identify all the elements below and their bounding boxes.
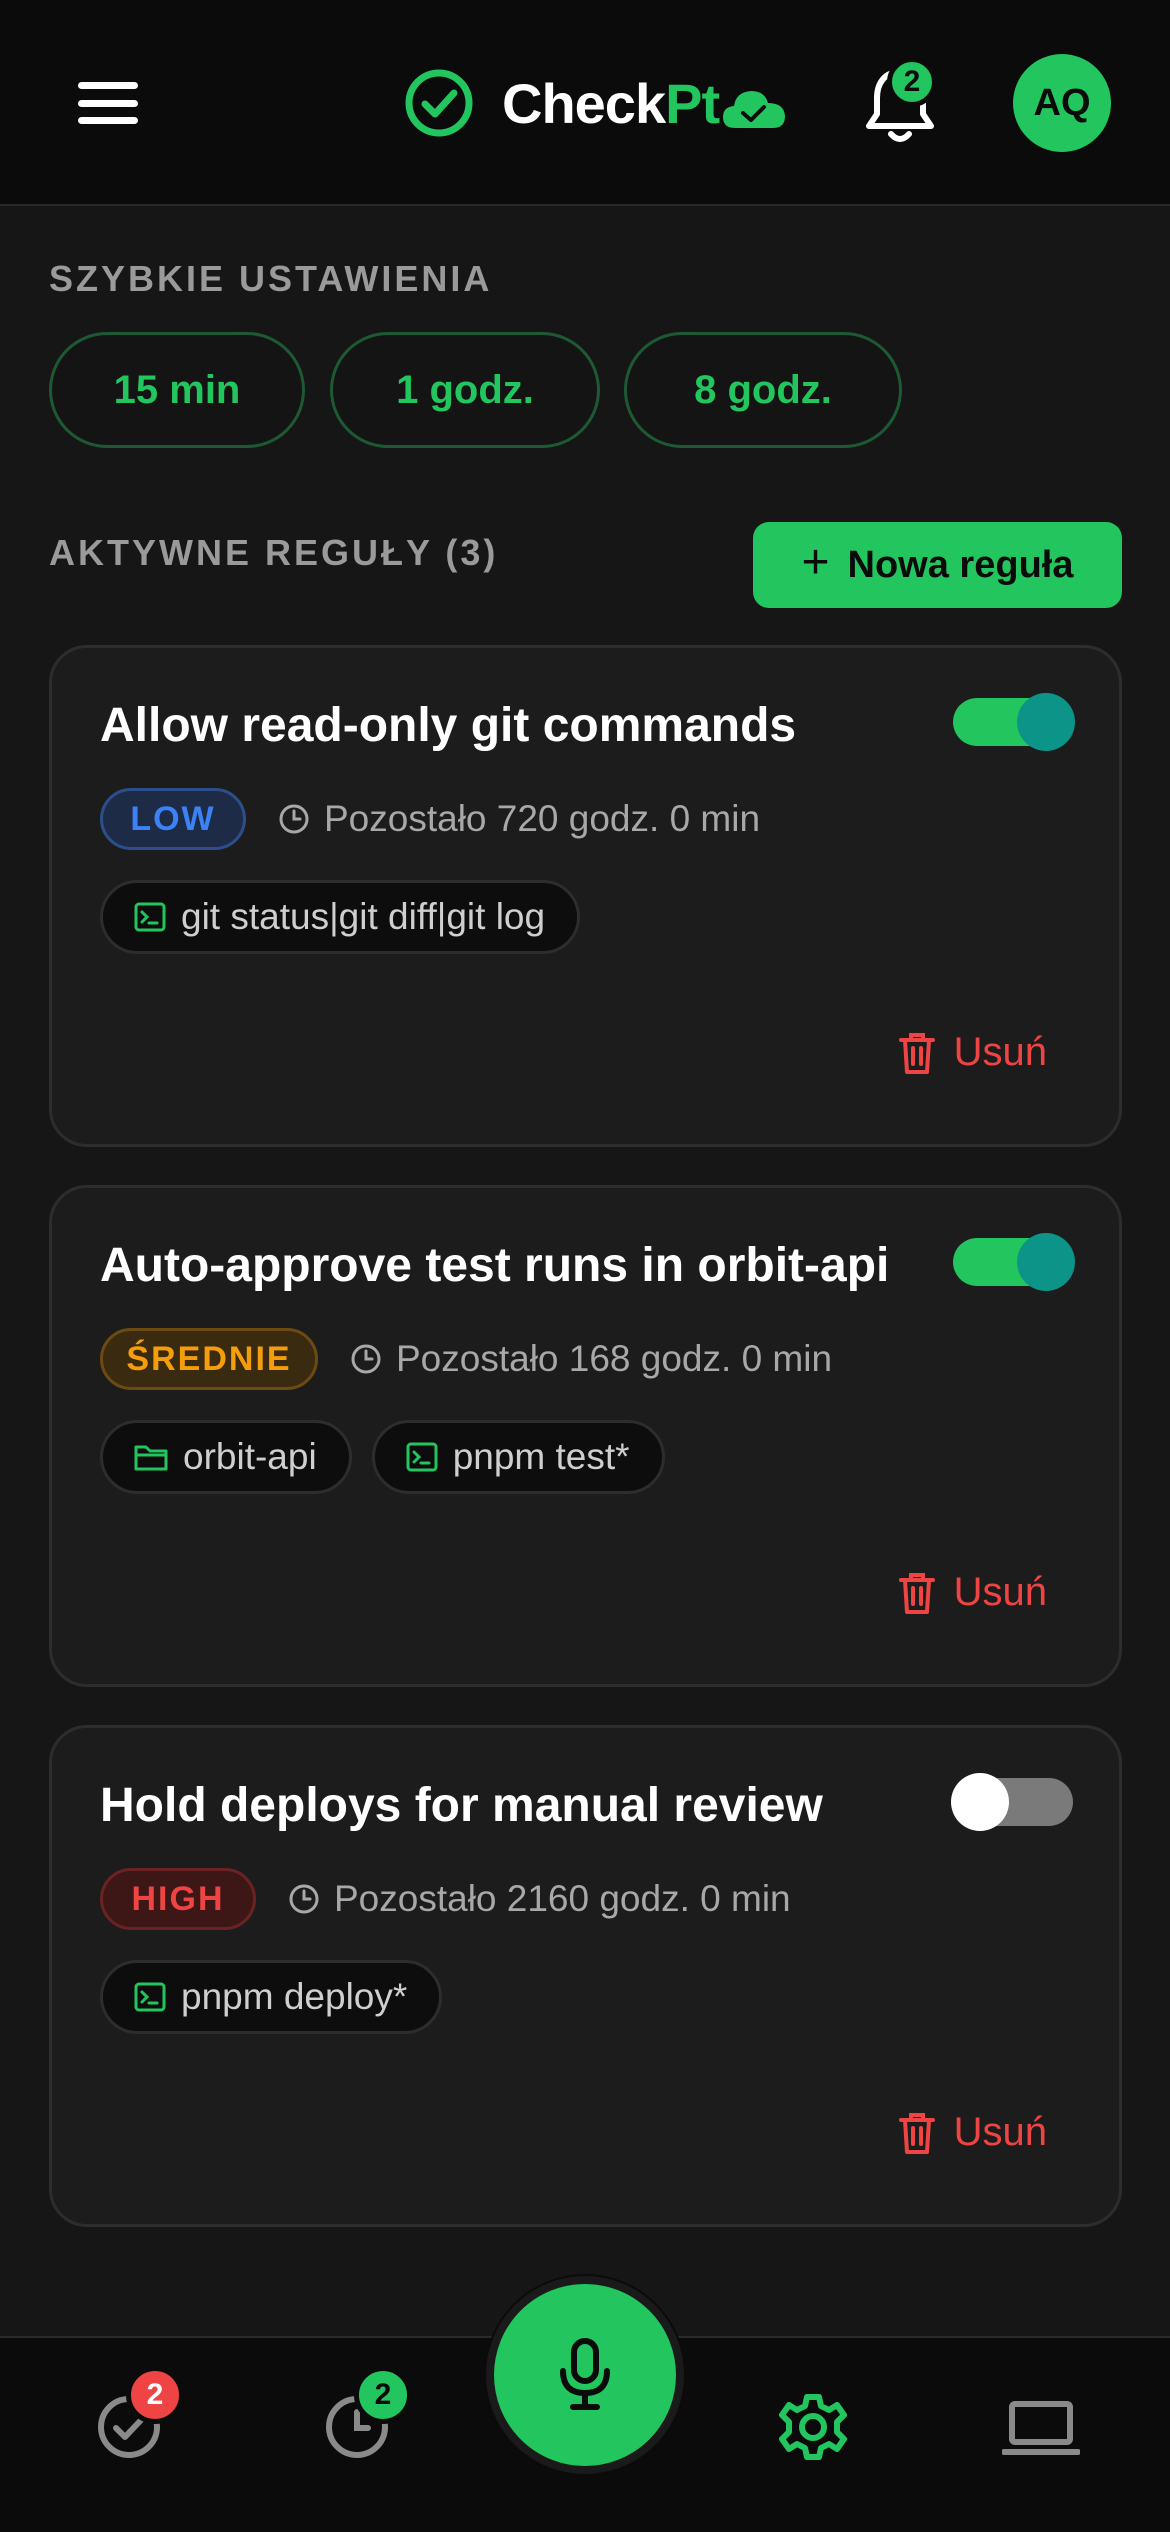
rule-enabled-toggle[interactable]: [953, 1233, 1075, 1291]
rule-conditions: git status|git diff|git log: [100, 880, 600, 954]
rule-title: Hold deploys for manual review: [100, 1779, 823, 1832]
rule-conditions: orbit-api pnpm test*: [100, 1420, 685, 1494]
risk-badge: ŚREDNIE: [100, 1328, 318, 1390]
command-chip: git status|git diff|git log: [100, 880, 581, 954]
new-rule-button[interactable]: + Nowa reguła: [753, 522, 1122, 608]
trash-icon: [898, 1032, 935, 1074]
quick-settings-label: SZYBKIE USTAWIENIA: [49, 258, 493, 299]
time-remaining: Pozostało 2160 godz. 0 min: [288, 1868, 791, 1930]
rule-card: Allow read-only git commands LOW Pozosta…: [49, 645, 1122, 1147]
laptop-icon[interactable]: [1002, 2392, 1080, 2462]
rule-enabled-toggle[interactable]: [951, 1773, 1073, 1831]
rule-card: Auto-approve test runs in orbit-api ŚRED…: [49, 1185, 1122, 1687]
preset-1-hour-button[interactable]: 1 godz.: [330, 332, 600, 448]
voice-input-button[interactable]: [486, 2276, 684, 2474]
check-circle-icon: [405, 69, 473, 137]
rule-title: Allow read-only git commands: [100, 699, 797, 752]
time-remaining: Pozostało 720 godz. 0 min: [278, 788, 760, 850]
delete-rule-button[interactable]: Usuń: [898, 1570, 1047, 1615]
terminal-icon: [134, 1982, 166, 2012]
new-rule-label: Nowa reguła: [847, 543, 1074, 586]
rule-enabled-toggle[interactable]: [953, 693, 1075, 751]
folder-icon: [134, 1445, 168, 1471]
plus-icon: +: [801, 535, 830, 589]
risk-badge: HIGH: [100, 1868, 256, 1930]
settings-gear-icon[interactable]: [778, 2392, 848, 2462]
trash-icon: [898, 2112, 935, 2154]
active-rules-label: AKTYWNE REGUŁY (3): [49, 532, 499, 573]
preset-15-min-button[interactable]: 15 min: [49, 332, 305, 448]
clock-icon: [279, 804, 309, 834]
user-avatar[interactable]: AQ: [1013, 54, 1111, 152]
preset-8-hours-button[interactable]: 8 godz.: [624, 332, 902, 448]
time-remaining: Pozostało 168 godz. 0 min: [350, 1328, 832, 1390]
delete-rule-button[interactable]: Usuń: [898, 2110, 1047, 2155]
app-header: CheckPt 2 AQ: [0, 0, 1170, 206]
command-chip: pnpm deploy*: [100, 1960, 443, 2034]
risk-badge: LOW: [100, 788, 246, 850]
command-chip: pnpm test*: [371, 1420, 665, 1494]
clock-icon: [351, 1344, 381, 1374]
rule-title: Auto-approve test runs in orbit-api: [100, 1239, 890, 1292]
microphone-icon: [560, 2338, 610, 2410]
logo-text: CheckPt: [502, 71, 720, 135]
cloud-check-icon: [723, 91, 786, 128]
terminal-icon: [134, 902, 166, 932]
app-logo: CheckPt: [404, 66, 787, 140]
approvals-badge: 2: [126, 2366, 184, 2424]
hamburger-menu-icon[interactable]: [78, 82, 138, 124]
clock-icon: [289, 1884, 319, 1914]
terminal-icon: [406, 1442, 438, 1472]
rule-card: Hold deploys for manual review HIGH Pozo…: [49, 1725, 1122, 2227]
rule-conditions: pnpm deploy*: [100, 1960, 462, 2034]
directory-chip: orbit-api: [100, 1420, 352, 1494]
notification-badge: 2: [887, 57, 937, 107]
history-badge: 2: [354, 2366, 412, 2424]
delete-rule-button[interactable]: Usuń: [898, 1030, 1047, 1075]
trash-icon: [898, 1572, 935, 1614]
